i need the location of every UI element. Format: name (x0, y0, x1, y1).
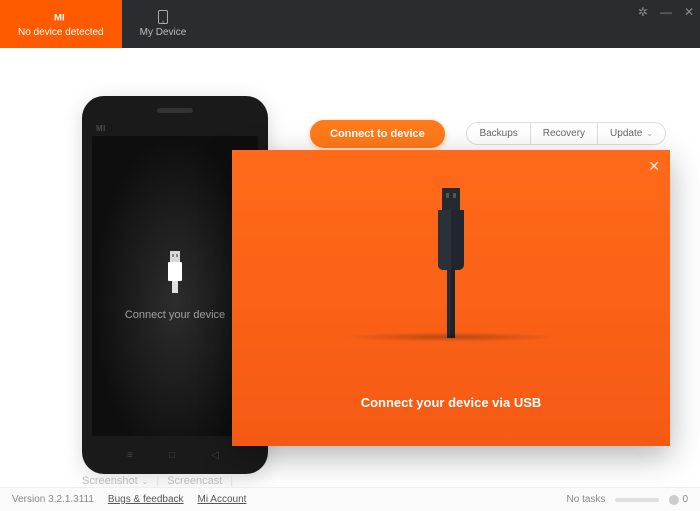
divider: | (230, 475, 233, 487)
main-area: MI Connect your device ≡ □ ◁ Connect to … (0, 48, 700, 487)
cable-shadow (341, 332, 561, 342)
recovery-button[interactable]: Recovery (531, 122, 598, 145)
tab-my-device[interactable]: My Device (122, 0, 205, 48)
phone-prompt-text: Connect your device (125, 309, 225, 321)
chevron-down-icon: ⌄ (646, 129, 653, 138)
screencast-tab[interactable]: Screencast (167, 475, 222, 487)
update-label: Update (610, 128, 642, 139)
screenshot-tab[interactable]: Screenshot ⌄ (82, 475, 148, 487)
divider: | (156, 475, 159, 487)
usb-cable-icon (424, 188, 478, 338)
settings-icon[interactable]: ✲ (638, 6, 648, 18)
bottom-tabs: Screenshot ⌄ | Screencast | (82, 475, 233, 487)
phone-mi-logo: MI (96, 124, 106, 133)
update-button[interactable]: Update ⌄ (598, 122, 666, 145)
modal-text: Connect your device via USB (361, 395, 542, 410)
phone-speaker (157, 108, 193, 113)
nav-back-icon: ◁ (211, 450, 223, 462)
footer-right: No tasks 0 (567, 494, 688, 505)
screenshot-label: Screenshot (82, 475, 138, 487)
task-count[interactable]: 0 (669, 494, 688, 505)
title-bar: MI No device detected My Device ✲ — ✕ (0, 0, 700, 48)
phone-icon (156, 10, 170, 24)
backups-button[interactable]: Backups (466, 122, 530, 145)
close-icon[interactable]: ✕ (648, 158, 660, 175)
nav-home-icon: □ (169, 450, 181, 462)
version-label: Version 3.2.1.3111 (12, 494, 94, 505)
tab-label: My Device (140, 27, 187, 38)
connect-usb-modal: ✕ Connect your device via USB (232, 150, 670, 446)
no-tasks-label: No tasks (567, 494, 606, 505)
status-bar: Version 3.2.1.3111 Bugs & feedback Mi Ac… (0, 487, 700, 511)
connect-to-device-button[interactable]: Connect to device (310, 120, 445, 148)
tab-no-device[interactable]: MI No device detected (0, 0, 122, 48)
nav-menu-icon: ≡ (127, 450, 139, 462)
usb-icon (164, 251, 186, 293)
task-progress-bar (615, 498, 659, 502)
minimize-button[interactable]: — (660, 6, 672, 18)
tab-label: No device detected (18, 27, 104, 38)
device-actions: Backups Recovery Update ⌄ (466, 122, 666, 145)
task-circle-icon (669, 495, 679, 505)
mi-account-link[interactable]: Mi Account (198, 494, 247, 505)
screencast-label: Screencast (167, 475, 222, 487)
close-button[interactable]: ✕ (684, 6, 694, 18)
bugs-feedback-link[interactable]: Bugs & feedback (108, 494, 184, 505)
svg-text:MI: MI (54, 13, 65, 24)
window-controls: ✲ — ✕ (638, 6, 694, 18)
chevron-down-icon: ⌄ (142, 477, 149, 486)
mi-logo-icon: MI (54, 10, 68, 24)
task-count-value: 0 (682, 494, 688, 505)
phone-nav-buttons: ≡ □ ◁ (82, 450, 268, 462)
